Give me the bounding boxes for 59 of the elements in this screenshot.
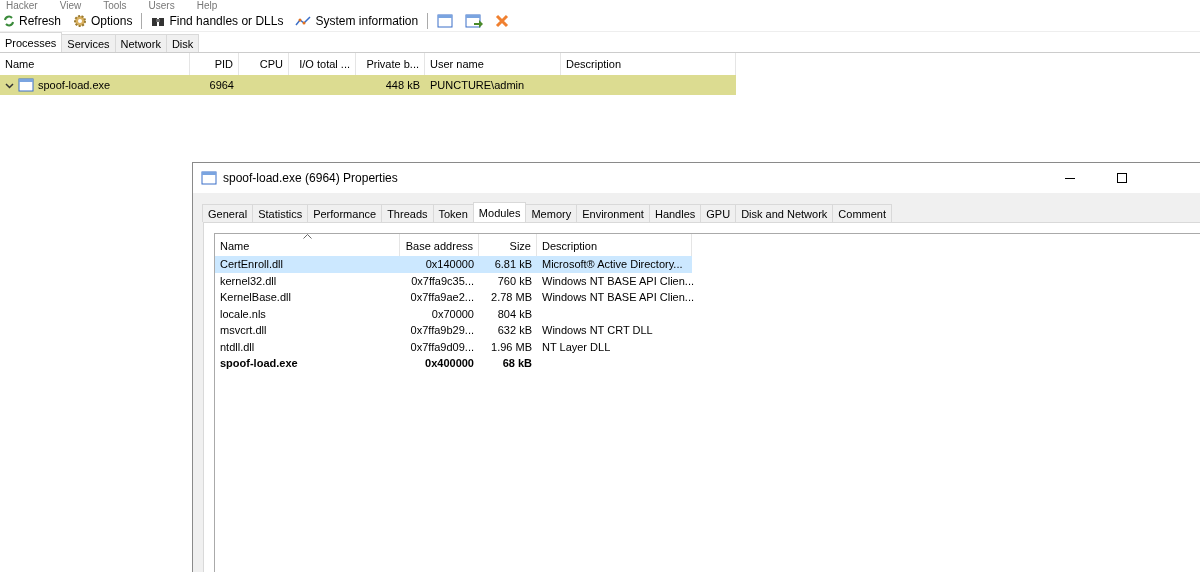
menu-item[interactable]: Hacker bbox=[6, 0, 38, 11]
table-cell: Microsoft® Active Directory... bbox=[537, 256, 692, 273]
menu-item[interactable]: Users bbox=[148, 0, 175, 11]
table-cell-text: locale.nls bbox=[219, 306, 267, 322]
tab[interactable]: Services bbox=[61, 34, 116, 52]
binoculars-icon bbox=[151, 15, 166, 27]
table-cell-text: NT Layer DLL bbox=[541, 339, 612, 355]
cell-text: spoof-load.exe bbox=[38, 78, 111, 93]
table-cell-text: 68 kB bbox=[501, 356, 533, 371]
minimize-icon bbox=[1065, 177, 1075, 179]
cell-text: 6964 bbox=[209, 78, 234, 93]
window-icon bbox=[201, 171, 217, 185]
tab[interactable]: Comment bbox=[832, 204, 893, 222]
menu-item[interactable]: View bbox=[59, 0, 82, 11]
table-cell-text: 2.78 MB bbox=[490, 290, 533, 305]
menu-item[interactable]: Help bbox=[196, 0, 218, 11]
table-cell-text: 0x400000 bbox=[424, 356, 475, 371]
gear-icon bbox=[73, 14, 88, 28]
table-cell-text: 0x70000 bbox=[430, 306, 475, 322]
table-cell-text: 1.96 MB bbox=[490, 339, 533, 355]
chevron-down-icon[interactable] bbox=[5, 80, 14, 90]
table-cell: 0x140000 bbox=[400, 256, 479, 273]
table-cell-text: Windows NT CRT DLL bbox=[541, 323, 654, 338]
table-cell-text: 804 kB bbox=[496, 306, 533, 322]
table-cell: 6.81 kB bbox=[479, 256, 537, 273]
tab[interactable]: Memory bbox=[525, 204, 578, 222]
table-cell-text: KernelBase.dll bbox=[219, 290, 292, 305]
table-cell-text: ntdll.dll bbox=[219, 339, 256, 355]
cell-text: PUNCTURE\admin bbox=[430, 78, 525, 93]
table-cell-text: kernel32.dll bbox=[219, 273, 278, 289]
table-cell-text: Windows NT BASE API Clien... bbox=[541, 273, 692, 289]
menu-item[interactable]: Tools bbox=[103, 0, 127, 11]
table-cell-text: 632 kB bbox=[496, 323, 533, 338]
tab[interactable]: Modules bbox=[472, 202, 527, 222]
tab[interactable]: General bbox=[202, 204, 254, 222]
refresh-icon bbox=[3, 15, 15, 27]
toolbar-button[interactable]: Options bbox=[70, 11, 136, 31]
toolbar-button[interactable]: Find handles or DLLs bbox=[148, 11, 287, 31]
chart-line-icon bbox=[295, 15, 312, 27]
window-icon bbox=[18, 78, 34, 92]
window-icon bbox=[437, 14, 454, 28]
window-title: spoof-load.exe (6964) Properties bbox=[223, 171, 399, 185]
table-cell-text: 760 kB bbox=[496, 273, 533, 289]
table-cell-text: 0x7ffa9ae2... bbox=[409, 290, 475, 305]
table-cell-text: 0x7ffa9c35... bbox=[410, 273, 475, 289]
maximize-icon bbox=[1117, 173, 1127, 183]
tab[interactable]: Network bbox=[114, 34, 167, 52]
table-cell: CertEnroll.dll bbox=[215, 256, 400, 273]
table-cell-text: 0x7ffa9d09... bbox=[409, 339, 475, 355]
table-cell-text: spoof-load.exe bbox=[219, 356, 299, 371]
tab[interactable]: Disk bbox=[165, 34, 200, 52]
close-icon bbox=[495, 14, 510, 28]
sort-caret-icon bbox=[303, 234, 312, 239]
table-cell-text: msvcrt.dll bbox=[219, 323, 268, 338]
table-cell-text: 0x7ffa9b29... bbox=[409, 323, 475, 338]
cell-text: 448 kB bbox=[385, 78, 420, 93]
toolbar-button[interactable]: System information bbox=[292, 11, 422, 31]
table-cell-text: Windows NT BASE API Clien... bbox=[541, 290, 692, 305]
toolbar-button[interactable]: Refresh bbox=[0, 11, 65, 31]
